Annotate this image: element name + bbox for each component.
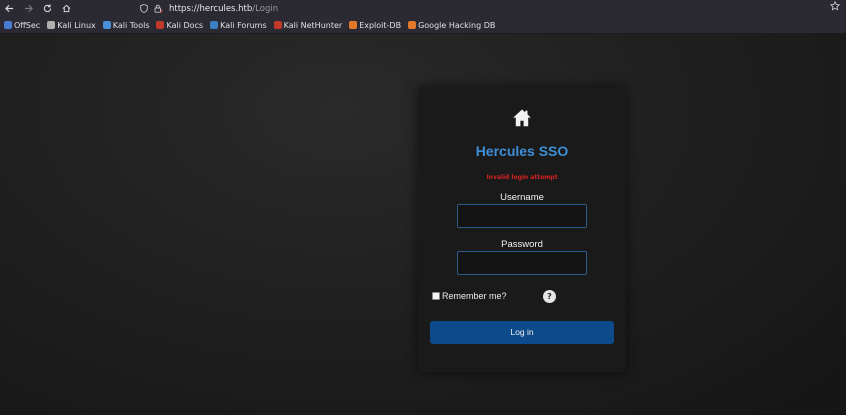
bookmark-label: Kali Linux xyxy=(57,20,96,30)
arrow-left-icon xyxy=(5,4,14,13)
bookmark-item[interactable]: Google Hacking DB xyxy=(408,21,495,30)
login-card: Hercules SSO Invalid login attempt Usern… xyxy=(418,87,626,372)
house-icon xyxy=(513,109,531,127)
username-label: Username xyxy=(500,192,544,203)
remember-me[interactable]: Remember me? xyxy=(432,291,507,301)
password-label: Password xyxy=(501,239,543,250)
bookmarks-bar: OffSec Kali Linux Kali Tools Kali Docs Kali … xyxy=(0,17,846,34)
bookmark-label: Google Hacking DB xyxy=(418,20,496,30)
remember-me-checkbox[interactable] xyxy=(432,292,440,300)
bookmark-favicon-icon xyxy=(156,21,165,29)
bookmark-favicon-icon xyxy=(349,21,358,29)
bookmark-item[interactable]: Kali Tools xyxy=(102,20,150,30)
username-input[interactable] xyxy=(457,204,587,228)
bookmark-favicon-icon xyxy=(4,21,12,29)
forward-button[interactable] xyxy=(19,0,38,17)
lock-warning-icon[interactable] xyxy=(154,4,163,13)
bookmark-favicon-icon xyxy=(210,21,219,29)
address-bar[interactable]: https://hercules.htb/Login xyxy=(140,1,840,16)
page-title: Hercules SSO xyxy=(475,143,569,159)
bookmark-star-icon[interactable] xyxy=(829,0,841,14)
bookmark-label: OffSec xyxy=(14,20,41,30)
bookmark-item[interactable]: Exploit-DB xyxy=(349,21,401,30)
error-message: Invalid login attempt xyxy=(486,174,558,181)
browser-toolbar: https://hercules.htb/Login xyxy=(0,0,846,17)
url-host: https://hercules.htb xyxy=(169,3,253,14)
home-icon xyxy=(62,4,71,13)
remember-me-label: Remember me? xyxy=(442,291,507,301)
url-text: https://hercules.htb/Login xyxy=(169,4,278,14)
bookmark-favicon-icon xyxy=(102,21,111,29)
back-button[interactable] xyxy=(0,0,19,17)
bookmark-label: Kali Forums xyxy=(220,20,267,30)
bookmark-item[interactable]: Kali Forums xyxy=(210,21,267,30)
bookmark-label: Kali NetHunter xyxy=(283,20,343,30)
page-background: Hercules SSO Invalid login attempt Usern… xyxy=(0,34,846,415)
bookmark-item[interactable]: Kali Docs xyxy=(156,21,203,30)
url-path: /Login xyxy=(252,3,279,14)
bookmark-favicon-icon xyxy=(47,21,56,29)
bookmark-item[interactable]: Kali NetHunter xyxy=(273,20,343,30)
home-button[interactable] xyxy=(57,0,76,17)
help-icon[interactable]: ? xyxy=(543,290,556,303)
bookmark-favicon-icon xyxy=(408,21,417,29)
login-button[interactable]: Log in xyxy=(430,321,614,344)
bookmark-label: Kali Tools xyxy=(112,20,150,30)
bookmark-item[interactable]: OffSec xyxy=(4,21,40,30)
bookmark-label: Exploit-DB xyxy=(359,20,402,30)
bookmark-label: Kali Docs xyxy=(166,20,204,30)
bookmark-item[interactable]: Kali Linux xyxy=(47,21,96,30)
reload-button[interactable] xyxy=(38,0,57,17)
password-input[interactable] xyxy=(457,251,587,275)
bookmark-favicon-icon xyxy=(273,21,282,29)
arrow-right-icon xyxy=(24,4,33,13)
shield-icon[interactable] xyxy=(140,4,148,13)
reload-icon xyxy=(43,4,52,13)
